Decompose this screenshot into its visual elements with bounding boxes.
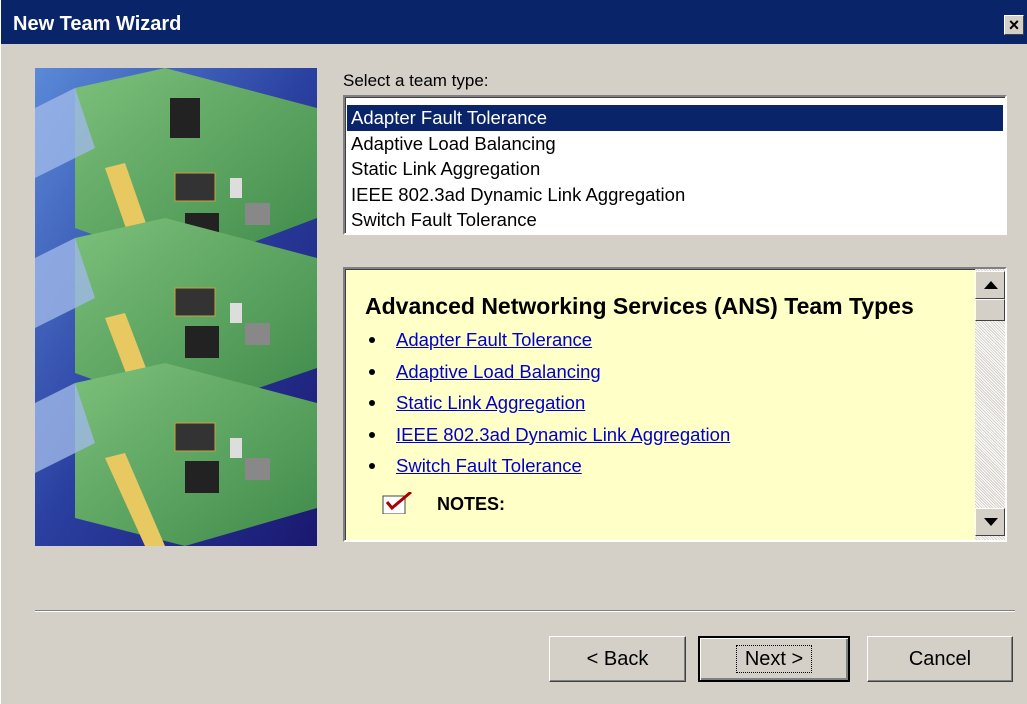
team-type-help-panel: Advanced Networking Services (ANS) Team … — [343, 267, 1007, 542]
team-type-list: Adapter Fault Tolerance Adaptive Load Bal… — [347, 105, 1003, 233]
button-separator — [35, 610, 1015, 612]
help-list-item: Static Link Aggregation — [365, 389, 965, 421]
close-button[interactable]: × — [1004, 15, 1024, 35]
bullet-icon — [369, 368, 375, 375]
help-link[interactable]: Static Link Aggregation — [396, 392, 585, 413]
help-list-item: Adaptive Load Balancing — [365, 358, 965, 390]
back-button[interactable]: < Back — [549, 636, 686, 682]
bullet-icon — [369, 431, 375, 438]
team-type-option[interactable]: Adaptive Load Balancing — [347, 131, 1003, 157]
notes-section: NOTES: — [365, 484, 965, 514]
team-type-listbox[interactable]: Adapter Fault Tolerance Adaptive Load Bal… — [343, 95, 1007, 235]
help-list-item: IEEE 802.3ad Dynamic Link Aggregation — [365, 421, 965, 453]
team-type-option[interactable]: Static Link Aggregation — [347, 156, 1003, 182]
bullet-icon — [369, 400, 375, 406]
help-vertical-scrollbar[interactable] — [975, 269, 1005, 540]
help-list-item: Switch Fault Tolerance — [365, 452, 965, 484]
help-link[interactable]: Switch Fault Tolerance — [396, 455, 582, 476]
help-list-item: Adapter Fault Tolerance — [365, 326, 965, 358]
title-bar[interactable]: New Team Wizard × — [1, 0, 1027, 44]
help-link[interactable]: IEEE 802.3ad Dynamic Link Aggregation — [396, 424, 730, 445]
cancel-button[interactable]: Cancel — [867, 636, 1013, 682]
notes-label: NOTES: — [437, 493, 506, 514]
bullet-icon — [369, 463, 375, 469]
help-link[interactable]: Adaptive Load Balancing — [396, 361, 601, 382]
scroll-up-button[interactable] — [975, 271, 1005, 299]
team-type-label: Select a team type: — [343, 71, 489, 90]
window-title: New Team Wizard — [13, 13, 182, 35]
help-link-list: Adapter Fault Tolerance Adaptive Load Bal… — [365, 326, 965, 484]
next-button-label: Next > — [735, 645, 813, 673]
wizard-window: New Team Wizard × Select a team type: Ad… — [0, 0, 1027, 704]
arrow-up-icon — [984, 281, 998, 289]
notepad-check-icon — [382, 491, 412, 514]
scroll-down-button[interactable] — [975, 508, 1005, 536]
scroll-thumb[interactable] — [975, 299, 1005, 321]
help-heading: Advanced Networking Services (ANS) Team … — [365, 293, 914, 319]
arrow-down-icon — [984, 518, 998, 526]
team-type-option[interactable]: IEEE 802.3ad Dynamic Link Aggregation — [347, 182, 1003, 208]
bullet-icon — [369, 337, 375, 343]
network-adapter-illustration — [35, 68, 317, 546]
help-content: Advanced Networking Services (ANS) Team … — [365, 291, 965, 514]
help-link[interactable]: Adapter Fault Tolerance — [396, 329, 592, 350]
team-type-option[interactable]: Switch Fault Tolerance — [347, 207, 1003, 233]
next-button[interactable]: Next > — [698, 636, 850, 682]
team-type-option[interactable]: Adapter Fault Tolerance — [347, 105, 1003, 131]
